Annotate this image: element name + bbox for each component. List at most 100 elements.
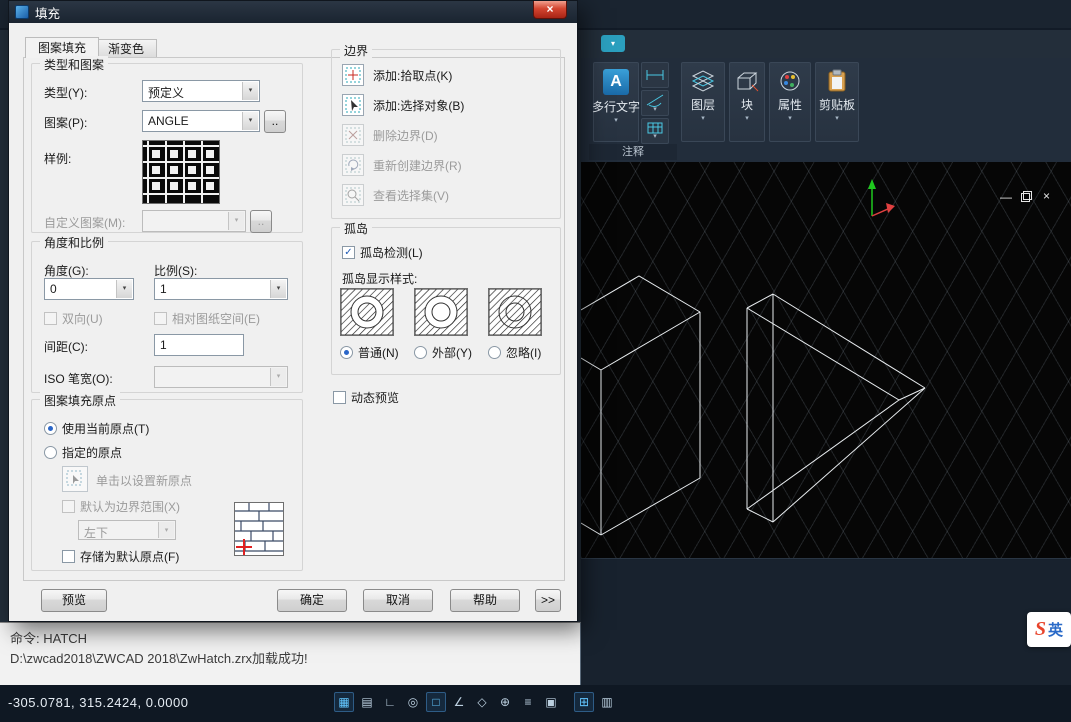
radio-icon: [414, 346, 427, 359]
chevron-down-icon[interactable]: ▾: [270, 280, 286, 298]
canvas-minimize-button[interactable]: —: [1000, 191, 1012, 203]
island-style-ignore-image[interactable]: [488, 288, 542, 336]
layout-toggle[interactable]: ▥: [597, 692, 617, 712]
mtext-dropdown-icon: ▾: [614, 118, 618, 124]
specified-origin-radio[interactable]: 指定的原点: [44, 444, 122, 461]
ribbon-block-button[interactable]: 块 ▾: [729, 62, 765, 142]
pattern-browse-button[interactable]: ..: [264, 110, 286, 133]
sample-label: 样例:: [44, 150, 71, 167]
dim-linear-button[interactable]: [641, 62, 669, 88]
clipboard-icon: [826, 69, 848, 93]
quick-properties-toggle[interactable]: ▣: [541, 692, 561, 712]
grid-toggle[interactable]: ▦: [334, 692, 354, 712]
table-dropdown-icon: ▾: [653, 134, 657, 140]
checkbox-icon: [44, 312, 57, 325]
ribbon-layer-button[interactable]: 图层 ▾: [681, 62, 725, 142]
angle-scale-group-title: 角度和比例: [40, 234, 108, 251]
view-selection-icon: [342, 184, 364, 206]
cancel-button[interactable]: 取消: [363, 589, 433, 612]
add-pick-points-button[interactable]: 添加:拾取点(K): [342, 64, 452, 86]
checkbox-icon: [62, 550, 75, 563]
pick-origin-icon: [63, 467, 87, 491]
help-button[interactable]: 帮助: [450, 589, 520, 612]
clipboard-label: 剪贴板: [819, 96, 855, 113]
workspace-dropdown-icon[interactable]: ▾: [601, 35, 625, 52]
iso-pen-width-combo: ▾: [154, 366, 288, 388]
dim-linear-icon: [645, 68, 665, 82]
command-window[interactable]: 命令: HATCH D:\zwcad2018\ZWCAD 2018\ZwHatc…: [0, 622, 581, 685]
ribbon-panel-label[interactable]: 注释: [589, 144, 677, 160]
lineweight-toggle[interactable]: ≡: [518, 692, 538, 712]
spacing-input[interactable]: [154, 334, 244, 356]
use-current-origin-radio[interactable]: 使用当前原点(T): [44, 420, 149, 437]
ucs-toggle[interactable]: ◇: [472, 692, 492, 712]
island-normal-radio[interactable]: 普通(N): [340, 344, 399, 361]
properties-dropdown-icon: ▾: [788, 116, 792, 122]
model-toggle[interactable]: ⊞: [574, 692, 594, 712]
remove-boundary-icon: [342, 124, 364, 146]
polar-toggle[interactable]: ◎: [403, 692, 423, 712]
wireframe-drawing: [581, 162, 1071, 558]
store-default-origin-checkbox[interactable]: 存储为默认原点(F): [62, 548, 179, 565]
type-combo[interactable]: 预定义▾: [142, 80, 260, 102]
dim-dropdown-icon: ▾: [653, 107, 657, 113]
dialog-close-button[interactable]: ×: [533, 1, 567, 19]
add-select-objects-button[interactable]: 添加:选择对象(B): [342, 94, 464, 116]
pattern-combo[interactable]: ANGLE▾: [142, 110, 260, 132]
type-label: 类型(Y):: [44, 84, 87, 101]
island-group-title: 孤岛: [340, 220, 372, 237]
custom-pattern-label: 自定义图案(M):: [44, 214, 125, 231]
angle-pattern-preview: [143, 141, 219, 203]
island-ignore-radio[interactable]: 忽略(I): [488, 344, 541, 361]
osnap-toggle[interactable]: □: [426, 692, 446, 712]
island-detection-checkbox[interactable]: ✓孤岛检测(L): [342, 244, 423, 261]
dyn-toggle[interactable]: ⊕: [495, 692, 515, 712]
block-dropdown-icon: ▾: [745, 116, 749, 122]
ime-badge[interactable]: S 英: [1027, 612, 1071, 647]
hatch-origin-group-title: 图案填充原点: [40, 392, 120, 409]
angle-combo[interactable]: 0▾: [44, 278, 134, 300]
ortho-toggle[interactable]: ∟: [380, 692, 400, 712]
island-style-outer-image[interactable]: [414, 288, 468, 336]
chevron-down-icon[interactable]: ▾: [116, 280, 132, 298]
expand-button[interactable]: >>: [535, 589, 561, 612]
island-style-normal-image[interactable]: [340, 288, 394, 336]
status-bar: -305.0781, 315.2424, 0.0000 ▦ ▤ ∟ ◎ □ ∠ …: [0, 685, 1071, 722]
angle-label: 角度(G):: [44, 262, 89, 279]
chevron-down-icon[interactable]: ▾: [242, 112, 258, 130]
scale-combo[interactable]: 1▾: [154, 278, 288, 300]
island-outer-radio[interactable]: 外部(Y): [414, 344, 472, 361]
radio-icon: [44, 446, 57, 459]
canvas-close-button[interactable]: ×: [1043, 190, 1050, 202]
dialog-titlebar[interactable]: 填充: [9, 1, 577, 23]
otrack-toggle[interactable]: ∠: [449, 692, 469, 712]
angle-scale-group: 角度和比例 角度(G): 比例(S): 0▾ 1▾ 双向(U) 相对图纸空间(E…: [31, 241, 303, 393]
radio-icon: [488, 346, 501, 359]
dynamic-preview-checkbox[interactable]: 动态预览: [333, 389, 399, 406]
dimension-tools: ▾ ▾: [641, 62, 669, 144]
screen: 功能受限) - [Drawing1.dwg] — □ × ▾ A 多行文字 ▾ …: [0, 0, 1071, 722]
ribbon-clipboard-button[interactable]: 剪贴板 ▾: [815, 62, 859, 142]
restore-icon: [1021, 191, 1032, 202]
iso-pen-width-label: ISO 笔宽(O):: [44, 370, 113, 387]
snap-toggle[interactable]: ▤: [357, 692, 377, 712]
dialog-title: 填充: [35, 3, 60, 22]
ribbon-mtext-button[interactable]: A 多行文字 ▾: [593, 62, 639, 142]
set-origin-button: [62, 466, 88, 492]
canvas-restore-button[interactable]: [1021, 189, 1032, 207]
tab-hatch[interactable]: 图案填充: [25, 37, 99, 58]
preview-button[interactable]: 预览: [41, 589, 107, 612]
table-button[interactable]: ▾: [641, 118, 669, 144]
custom-pattern-combo: ▾: [142, 210, 246, 232]
sample-swatch[interactable]: [142, 140, 220, 204]
scale-label: 比例(S):: [154, 262, 197, 279]
ribbon-properties-button[interactable]: 属性 ▾: [769, 62, 811, 142]
ok-button[interactable]: 确定: [277, 589, 347, 612]
boundary-group: 边界 添加:拾取点(K) 添加:选择对象(B) 删除边界(D) 重新创建边界(R…: [331, 49, 561, 219]
dim-angular-button[interactable]: ▾: [641, 90, 669, 116]
dim-angular-icon: [645, 93, 665, 107]
mtext-label: 多行文字: [592, 98, 640, 115]
checkbox-icon: [62, 500, 75, 513]
chevron-down-icon[interactable]: ▾: [242, 82, 258, 100]
status-toggles: ▦ ▤ ∟ ◎ □ ∠ ◇ ⊕ ≡ ▣ ⊞ ▥: [334, 692, 617, 712]
